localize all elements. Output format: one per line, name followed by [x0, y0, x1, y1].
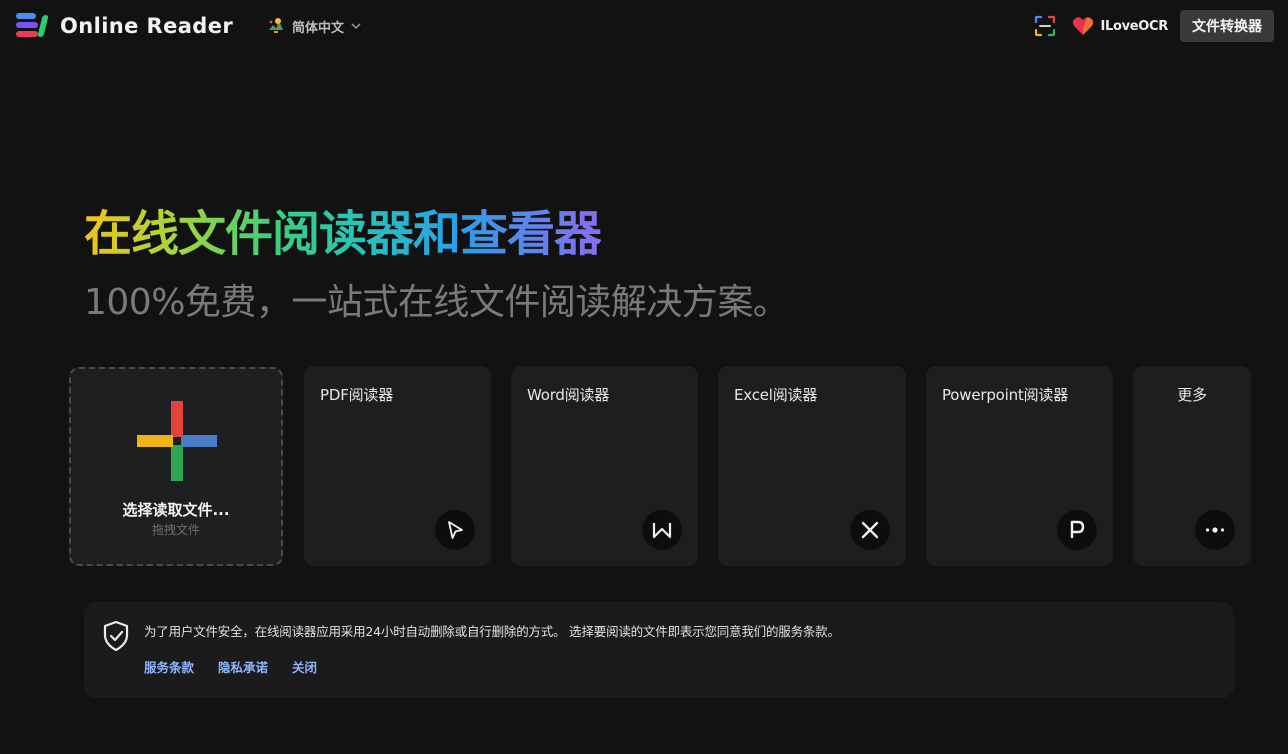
card-title: 更多 — [1177, 386, 1207, 404]
globe-pin-icon — [269, 18, 283, 33]
file-converter-button[interactable]: 文件转换器 — [1180, 10, 1274, 42]
chevron-down-icon — [351, 23, 361, 30]
card-title: PDF阅读器 — [320, 386, 394, 404]
card-title: Powerpoint阅读器 — [942, 386, 1069, 404]
page-title: 在线文件阅读器和查看器 — [84, 206, 602, 262]
upload-label: 选择读取文件... — [122, 501, 230, 519]
add-file-icon — [137, 401, 217, 481]
ocr-scan-icon[interactable] — [1034, 15, 1056, 37]
privacy-promise-link[interactable]: 隐私承诺 — [218, 657, 268, 676]
logo[interactable]: Online Reader — [14, 12, 233, 40]
header-actions: ILoveOCR 文件转换器 — [1034, 10, 1274, 42]
card-word-reader[interactable]: Word阅读器 — [511, 366, 698, 566]
notice-text: 为了用户文件安全，在线阅读器应用采用24小时自动删除或自行删除的方式。 选择要阅… — [144, 624, 840, 639]
letter-p-icon — [1057, 510, 1097, 550]
upload-hint: 拖拽文件 — [151, 523, 200, 537]
card-pdf-reader[interactable]: PDF阅读器 — [304, 366, 491, 566]
language-selector[interactable]: 简体中文 — [266, 16, 362, 36]
top-header: Online Reader 简体中文 ILoveOCR 文件转换器 — [0, 0, 1288, 52]
more-dots-icon — [1195, 510, 1235, 550]
letter-x-icon — [850, 510, 890, 550]
iloveocr-link[interactable]: ILoveOCR — [1072, 16, 1168, 36]
card-title: Word阅读器 — [527, 386, 610, 404]
card-title: Excel阅读器 — [734, 386, 818, 404]
terms-of-service-link[interactable]: 服务条款 — [144, 657, 194, 676]
notice-links: 服务条款 隐私承诺 关闭 — [144, 657, 341, 676]
logo-icon — [14, 12, 54, 40]
page-subtitle: 100%免费，一站式在线文件阅读解决方案。 — [84, 282, 789, 323]
cursor-arrow-icon — [435, 510, 475, 550]
privacy-notice: 为了用户文件安全，在线阅读器应用采用24小时自动删除或自行删除的方式。 选择要阅… — [84, 602, 1234, 698]
close-notice-link[interactable]: 关闭 — [292, 657, 317, 676]
language-label: 简体中文 — [292, 20, 345, 36]
logo-text: Online Reader — [60, 14, 234, 38]
card-more[interactable]: 更多 — [1133, 366, 1251, 566]
heart-icon — [1073, 17, 1094, 35]
iloveocr-label: ILoveOCR — [1100, 18, 1168, 34]
file-upload-dropzone[interactable]: 选择读取文件... 拖拽文件 — [69, 367, 283, 566]
letter-w-icon — [642, 510, 682, 550]
shield-check-icon — [103, 620, 129, 652]
card-excel-reader[interactable]: Excel阅读器 — [718, 366, 906, 566]
card-powerpoint-reader[interactable]: Powerpoint阅读器 — [926, 366, 1113, 566]
